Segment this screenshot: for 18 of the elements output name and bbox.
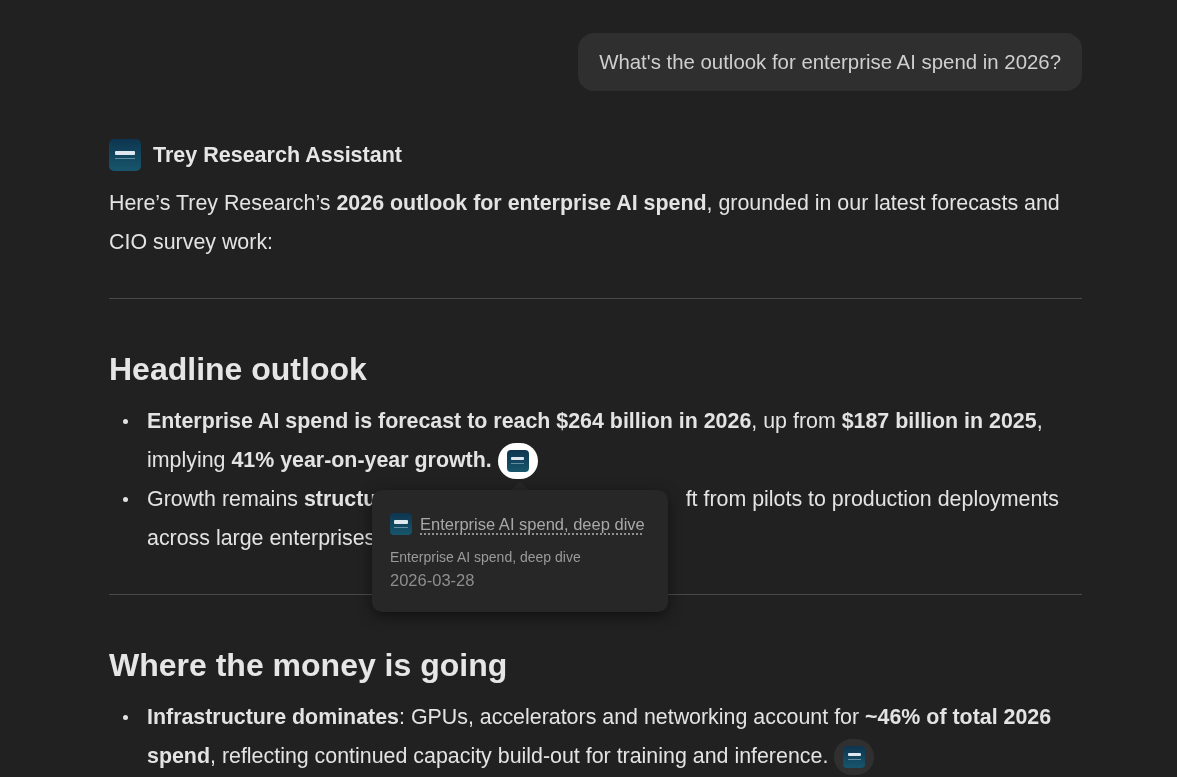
source-date: 2026-03-28 xyxy=(390,571,476,590)
citation-button[interactable] xyxy=(834,738,875,775)
bullet-text: Infrastructure dominates: GPUs, accelerators and networking account for ~46% of total 2026 xyxy=(147,704,1052,731)
source-subtitle: Enterprise AI spend, deep dive xyxy=(390,549,582,565)
bullet-text: Enterprise AI spend is forecast to reach $264 billion in 2026, up from $187 billion in 2025, xyxy=(147,408,1043,435)
user-message: What's the outlook for enterprise AI spend in 2026? xyxy=(578,33,1082,91)
logo-icon xyxy=(390,513,412,535)
section-heading: Headline outlook xyxy=(109,350,368,389)
section-heading: Where the money is going xyxy=(109,646,509,685)
bullet-text: spend, reflecting continued capacity build-out for training and inference. xyxy=(147,743,829,770)
assistant-name: Trey Research Assistant xyxy=(153,142,402,168)
bullet-text: across large enterprises xyxy=(147,525,376,552)
logo-icon xyxy=(109,139,141,171)
source-link[interactable]: Enterprise AI spend, deep dive xyxy=(420,514,645,534)
intro-paragraph: Here’s Trey Research’s 2026 outlook for enterprise AI spend, grounded in our latest forecasts and CIO survey work: xyxy=(109,190,1061,256)
citation-button[interactable] xyxy=(497,442,538,479)
bullet-text: implying 41% year-on-year growth. xyxy=(147,447,492,474)
bullet-text: ft from pilots to production deployments xyxy=(685,486,1059,513)
